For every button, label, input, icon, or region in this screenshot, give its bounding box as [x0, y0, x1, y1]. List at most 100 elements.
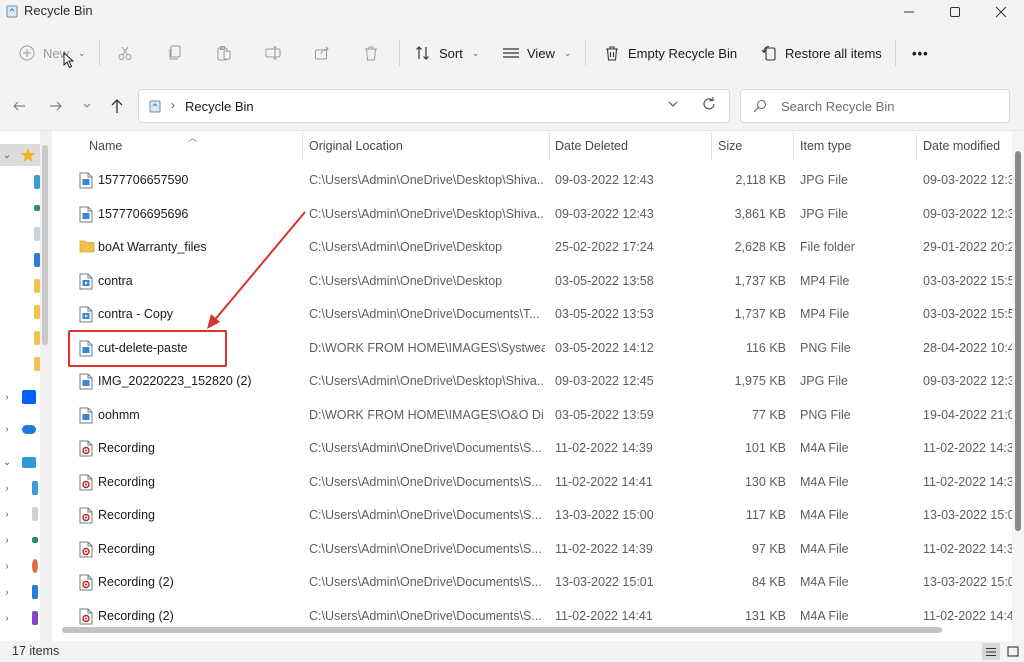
file-row[interactable]: contra - Copy C:\Users\Admin\OneDrive\Doc… — [52, 298, 1022, 332]
refresh-button[interactable] — [701, 96, 717, 115]
file-row[interactable]: Recording (2) C:\Users\Admin\OneDrive\Doc… — [52, 566, 1022, 600]
nav-pc-item-6[interactable]: › — [0, 607, 40, 629]
paste-button[interactable] — [215, 36, 233, 70]
column-divider[interactable] — [711, 133, 712, 161]
file-original-location: C:\Users\Admin\OneDrive\Desktop — [309, 273, 503, 288]
rename-button[interactable] — [264, 36, 282, 70]
new-button[interactable]: New ⌄ — [18, 36, 86, 70]
file-name[interactable]: Recording (2) — [98, 609, 298, 623]
column-divider[interactable] — [916, 133, 917, 161]
tiles-view-icon — [1007, 645, 1019, 657]
nav-pc-item-4[interactable]: › — [0, 555, 40, 577]
file-row[interactable]: IMG_20220223_152820 (2) C:\Users\Admin\On… — [52, 365, 1022, 399]
up-button[interactable] — [106, 95, 128, 117]
file-date-modified: 28-04-2022 10:40 — [923, 340, 1022, 355]
copy-button[interactable] — [166, 36, 184, 70]
nav-pc-item-1[interactable]: › — [0, 477, 40, 499]
maximize-icon — [950, 7, 960, 17]
back-button[interactable] — [8, 95, 30, 117]
nav-pinned-folder-4[interactable] — [0, 353, 40, 375]
column-header-name[interactable]: Name — [89, 139, 122, 153]
file-item-type: M4A File — [800, 474, 849, 489]
toolbar-divider — [895, 40, 896, 66]
column-header-size[interactable]: Size — [718, 139, 742, 153]
forward-button[interactable] — [45, 95, 67, 117]
file-name[interactable]: Recording — [98, 441, 298, 455]
share-button[interactable] — [313, 36, 331, 70]
details-view-button[interactable] — [982, 643, 1000, 660]
plus-circle-icon — [18, 44, 36, 62]
file-row[interactable]: Recording C:\Users\Admin\OneDrive\Documen… — [52, 533, 1021, 567]
file-name[interactable]: Recording — [98, 475, 298, 489]
file-name[interactable]: boAt Warranty_files — [98, 240, 298, 254]
nav-onedrive[interactable]: › — [0, 418, 40, 440]
column-divider[interactable] — [793, 133, 794, 161]
nav-pinned-folder-1[interactable] — [0, 275, 40, 297]
vertical-scrollbar-thumb[interactable] — [1015, 151, 1021, 531]
nav-quick-access[interactable]: ⌄ — [0, 144, 40, 166]
close-button[interactable] — [978, 0, 1024, 24]
nav-pinned-desktop[interactable] — [0, 171, 40, 193]
nav-pinned-folder-3[interactable] — [0, 327, 40, 349]
file-row[interactable]: Recording C:\Users\Admin\OneDrive\Documen… — [52, 432, 1021, 466]
nav-pinned-documents[interactable] — [0, 223, 40, 245]
file-size: 3,861 KB — [734, 206, 786, 221]
file-row[interactable]: Recording C:\Users\Admin\OneDrive\Documen… — [52, 466, 1021, 500]
file-row[interactable]: 1577706695696 C:\Users\Admin\OneDrive\Des… — [52, 198, 1022, 232]
view-button[interactable]: View ⌄ — [502, 36, 572, 70]
minimize-button[interactable] — [886, 0, 932, 24]
tiles-view-button[interactable] — [1004, 643, 1022, 660]
file-name[interactable]: contra - Copy — [98, 307, 298, 321]
file-name[interactable]: Recording — [98, 542, 298, 556]
chevron-right-icon: › — [5, 391, 9, 403]
nav-pinned-folder-2[interactable] — [0, 301, 40, 323]
file-row[interactable]: Recording C:\Users\Admin\OneDrive\Documen… — [52, 499, 1022, 533]
maximize-button[interactable] — [932, 0, 978, 24]
nav-pc-item-2[interactable]: › — [0, 503, 40, 525]
file-date-deleted: 11-02-2022 14:41 — [555, 474, 653, 489]
file-row[interactable]: 1577706657590 C:\Users\Admin\OneDrive\Des… — [52, 164, 1022, 198]
file-name[interactable]: oohmm — [98, 408, 298, 422]
file-name[interactable]: Recording (2) — [98, 575, 298, 589]
sort-button[interactable]: Sort ⌄ — [414, 36, 479, 70]
restore-all-button[interactable]: Restore all items — [760, 36, 882, 70]
file-name[interactable]: Recording — [98, 508, 298, 522]
column-divider[interactable] — [302, 133, 303, 161]
column-divider[interactable] — [549, 133, 550, 161]
file-row[interactable]: oohmm D:\WORK FROM HOME\IMAGES\O&O Di... 0… — [52, 399, 1022, 433]
vertical-scrollbar[interactable] — [1012, 131, 1024, 641]
nav-pinned-pictures[interactable] — [0, 249, 40, 271]
column-header-item-type[interactable]: Item type — [800, 139, 851, 153]
empty-recycle-bin-label: Empty Recycle Bin — [628, 45, 738, 61]
file-name[interactable]: IMG_20220223_152820 (2) — [98, 374, 298, 388]
file-name[interactable]: 1577706657590 — [98, 173, 298, 187]
file-row[interactable]: contra C:\Users\Admin\OneDrive\Desktop 03-… — [52, 265, 1022, 299]
horizontal-scrollbar-thumb[interactable] — [62, 627, 942, 633]
search-box[interactable]: Search Recycle Bin — [740, 89, 1010, 123]
breadcrumb-recycle-bin[interactable]: Recycle Bin — [185, 99, 254, 114]
nav-pinned-downloads[interactable] — [0, 197, 40, 219]
column-header-original-location[interactable]: Original Location — [309, 139, 403, 153]
file-item-type: MP4 File — [800, 273, 850, 288]
chevron-down-icon: ⌄ — [2, 456, 12, 468]
file-date-modified: 03-03-2022 15:50 — [923, 307, 1022, 321]
file-original-location: C:\Users\Admin\OneDrive\Documents\S... — [309, 608, 542, 623]
column-header-date-deleted[interactable]: Date Deleted — [555, 139, 628, 153]
file-row[interactable]: boAt Warranty_files C:\Users\Admin\OneDri… — [52, 231, 1022, 265]
file-name[interactable]: contra — [98, 274, 298, 288]
recent-locations-button[interactable] — [76, 95, 98, 117]
nav-pc-item-5[interactable]: › — [0, 581, 40, 603]
chevron-down-icon — [83, 103, 91, 108]
address-bar[interactable]: › Recycle Bin — [138, 89, 730, 123]
nav-this-pc[interactable]: ⌄ — [0, 451, 40, 473]
nav-dropbox[interactable]: › — [0, 386, 40, 408]
nav-scrollbar-thumb[interactable] — [42, 145, 48, 345]
cut-button[interactable] — [116, 36, 134, 70]
more-options-button[interactable]: ••• — [912, 36, 929, 70]
delete-button[interactable] — [362, 36, 380, 70]
file-name[interactable]: 1577706695696 — [98, 207, 298, 221]
address-dropdown-button[interactable] — [667, 98, 679, 113]
nav-pc-item-3[interactable]: › — [0, 529, 40, 551]
column-header-date-modified[interactable]: Date modified — [923, 139, 1000, 153]
empty-recycle-bin-button[interactable]: Empty Recycle Bin — [603, 36, 737, 70]
